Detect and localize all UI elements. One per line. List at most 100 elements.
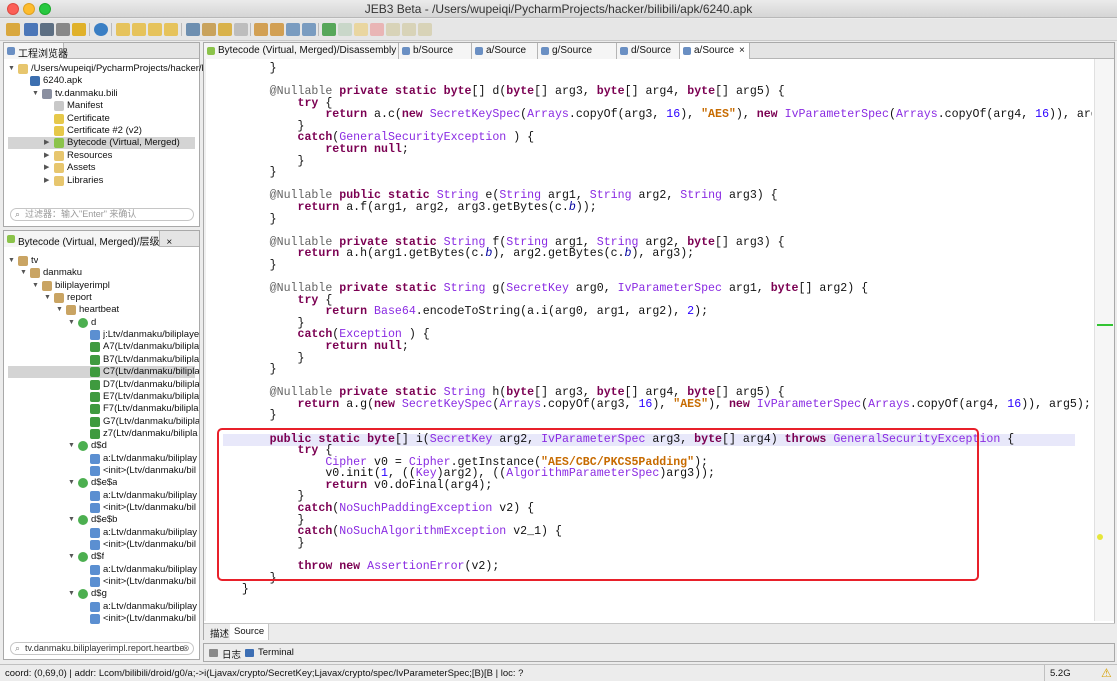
globe-icon[interactable]	[94, 23, 108, 36]
debug-icon[interactable]	[322, 23, 336, 36]
stop-icon[interactable]	[370, 23, 384, 36]
step-out-icon[interactable]	[418, 23, 432, 36]
code-line[interactable]: return null;	[214, 341, 409, 353]
hierarchy-tree-item[interactable]: F7(Ltv/danmaku/bilipla	[8, 403, 199, 415]
expand-down-icon[interactable]: ▼	[8, 63, 15, 75]
clear-filter-icon[interactable]: ⊗	[182, 643, 190, 654]
hierarchy-filter-input[interactable]: tv.danmaku.biliplayerimpl.report.heartbe	[10, 642, 194, 655]
editor-tab[interactable]: g/Source	[538, 43, 617, 59]
jump-icon[interactable]	[116, 23, 130, 36]
expand-down-icon[interactable]: ▼	[68, 588, 75, 600]
save-icon[interactable]	[24, 23, 38, 36]
expand-down-icon[interactable]: ▼	[68, 317, 75, 329]
expand-down-icon[interactable]: ▼	[68, 514, 75, 526]
hierarchy-tree-item[interactable]: C7(Ltv/danmaku/bilipla	[8, 366, 199, 379]
step-over-icon[interactable]	[402, 23, 416, 36]
document-icon[interactable]	[234, 23, 248, 36]
code-line[interactable]: }	[214, 167, 277, 179]
script-icon[interactable]	[56, 23, 70, 36]
hierarchy-tree-item[interactable]: a:Ltv/danmaku/biliplay	[8, 601, 197, 613]
expand-right-icon[interactable]: ▶	[44, 137, 49, 149]
run-icon[interactable]	[338, 23, 352, 36]
hierarchy-tree-item[interactable]: ▼ d	[8, 317, 195, 329]
hierarchy-tree-item[interactable]: E7(Ltv/danmaku/bilipla	[8, 391, 199, 403]
pause-icon[interactable]	[354, 23, 368, 36]
hierarchy-tree-item[interactable]: a:Ltv/danmaku/biliplay	[8, 564, 197, 576]
expand-right-icon[interactable]: ▶	[44, 162, 49, 174]
source-code-view[interactable]: } @Nullable private static byte[] d(byte…	[206, 60, 1092, 621]
navigate-back-icon[interactable]	[148, 23, 162, 36]
cross-ref-icon[interactable]	[132, 23, 146, 36]
step-into-icon[interactable]	[386, 23, 400, 36]
editor-tab[interactable]: a/Source ×	[680, 43, 750, 59]
code-line[interactable]: }	[214, 538, 304, 550]
hierarchy-icon[interactable]	[270, 23, 284, 36]
editor-tab[interactable]: b/Source	[399, 43, 472, 59]
expand-down-icon[interactable]: ▼	[32, 88, 39, 100]
close-tab-icon[interactable]: ×	[166, 237, 172, 248]
hierarchy-tree-item[interactable]: ▼ d$d	[8, 440, 195, 452]
code-line[interactable]: }	[214, 584, 249, 596]
hierarchy-tree-item[interactable]: <init>(Ltv/danmaku/bil	[8, 613, 196, 625]
hierarchy-tree-item[interactable]: G7(Ltv/danmaku/bilipla	[8, 416, 199, 428]
project-tree-item[interactable]: ▶ Libraries	[8, 175, 195, 187]
code-line[interactable]: return a.f(arg1, arg2, arg3.getBytes(c.b…	[214, 202, 597, 214]
hierarchy-tree-item[interactable]: A7(Ltv/danmaku/bilipla	[8, 341, 199, 353]
hierarchy-tree-item[interactable]: <init>(Ltv/danmaku/bil	[8, 502, 196, 514]
code-line[interactable]: catch(NoSuchPaddingException v2) {	[214, 503, 535, 515]
code-line[interactable]: }	[214, 260, 277, 272]
tab-log[interactable]: 日志	[206, 646, 245, 661]
code-line[interactable]: public static byte[] i(SecretKey arg2, I…	[214, 433, 1015, 446]
hierarchy-tree-item[interactable]: ▼ biliplayerimpl	[8, 280, 195, 292]
expand-down-icon[interactable]: ▼	[20, 267, 27, 279]
hierarchy-tree-item[interactable]: a:Ltv/danmaku/biliplay	[8, 453, 197, 465]
code-line[interactable]: return a.h(arg1.getBytes(c.b), arg2.getB…	[214, 248, 695, 260]
project-tree-item[interactable]: Certificate	[8, 113, 195, 125]
expand-right-icon[interactable]: ▶	[44, 150, 49, 162]
hierarchy-tree-item[interactable]: B7(Ltv/danmaku/bilipla	[8, 354, 199, 366]
code-line[interactable]: }	[214, 63, 277, 75]
hierarchy-tree-item[interactable]: a:Ltv/danmaku/biliplay	[8, 527, 197, 539]
expand-down-icon[interactable]: ▼	[56, 304, 63, 316]
code-line[interactable]: return a.g(new SecretKeySpec(Arrays.copy…	[214, 399, 1091, 411]
open-file-icon[interactable]	[6, 23, 20, 36]
code-line[interactable]: return null;	[214, 144, 409, 156]
hierarchy-tree-item[interactable]: ▼ d$e$a	[8, 477, 195, 489]
hierarchy-tree-item[interactable]: j:Ltv/danmaku/biliplaye	[8, 329, 199, 341]
project-tree-item[interactable]: ▶ Assets	[8, 162, 195, 174]
code-line[interactable]: }	[214, 364, 277, 376]
tab-project-explorer[interactable]: 工程浏览器	[4, 43, 68, 60]
project-tree-item[interactable]: ▶ Resources	[8, 150, 195, 162]
comment-icon[interactable]	[202, 23, 216, 36]
hierarchy-tree-item[interactable]: ▼ heartbeat	[8, 304, 195, 316]
hierarchy-tree-item[interactable]: z7(Ltv/danmaku/bilipla	[8, 428, 198, 440]
code-line[interactable]: }	[214, 410, 277, 422]
hierarchy-tree-item[interactable]: D7(Ltv/danmaku/bilipla	[8, 379, 199, 391]
hierarchy-tree-item[interactable]: <init>(Ltv/danmaku/bil	[8, 576, 196, 588]
code-line[interactable]: return a.c(new SecretKeySpec(Arrays.copy…	[214, 109, 1092, 121]
wrench-icon[interactable]	[40, 23, 54, 36]
callgraph-icon[interactable]	[286, 23, 300, 36]
warning-icon[interactable]: ⚠	[1101, 666, 1112, 680]
code-line[interactable]: try {	[214, 445, 333, 457]
project-tree-item[interactable]: ▶ Bytecode (Virtual, Merged)	[8, 137, 195, 150]
hierarchy-tree-item[interactable]: <init>(Ltv/danmaku/bil	[8, 465, 196, 477]
editor-tab[interactable]: Bytecode (Virtual, Merged)/Disassembly	[204, 43, 399, 59]
hierarchy-tree-item[interactable]: ▼ d$g	[8, 588, 195, 600]
project-tree-item[interactable]: ▼ tv.danmaku.bili	[8, 88, 195, 100]
warning-icon[interactable]	[72, 23, 86, 36]
rename-icon[interactable]	[218, 23, 232, 36]
expand-down-icon[interactable]: ▼	[68, 477, 75, 489]
hierarchy-tree-item[interactable]: a:Ltv/danmaku/biliplay	[8, 490, 197, 502]
expand-down-icon[interactable]: ▼	[32, 280, 39, 292]
expand-down-icon[interactable]: ▼	[8, 255, 15, 267]
hierarchy-tree-item[interactable]: ▼ danmaku	[8, 267, 195, 279]
overview-ruler[interactable]	[1094, 59, 1114, 621]
expand-down-icon[interactable]: ▼	[68, 440, 75, 452]
tab-source[interactable]: Source	[230, 624, 270, 640]
project-tree-item[interactable]: ▼ /Users/wupeiqi/PycharmProjects/hacker/b	[8, 63, 207, 75]
hierarchy-tree-item[interactable]: ▼ tv	[8, 255, 195, 267]
xref-graph-icon[interactable]	[302, 23, 316, 36]
hierarchy-tree-item[interactable]: ▼ d$e$b	[8, 514, 195, 526]
expand-down-icon[interactable]: ▼	[68, 551, 75, 563]
